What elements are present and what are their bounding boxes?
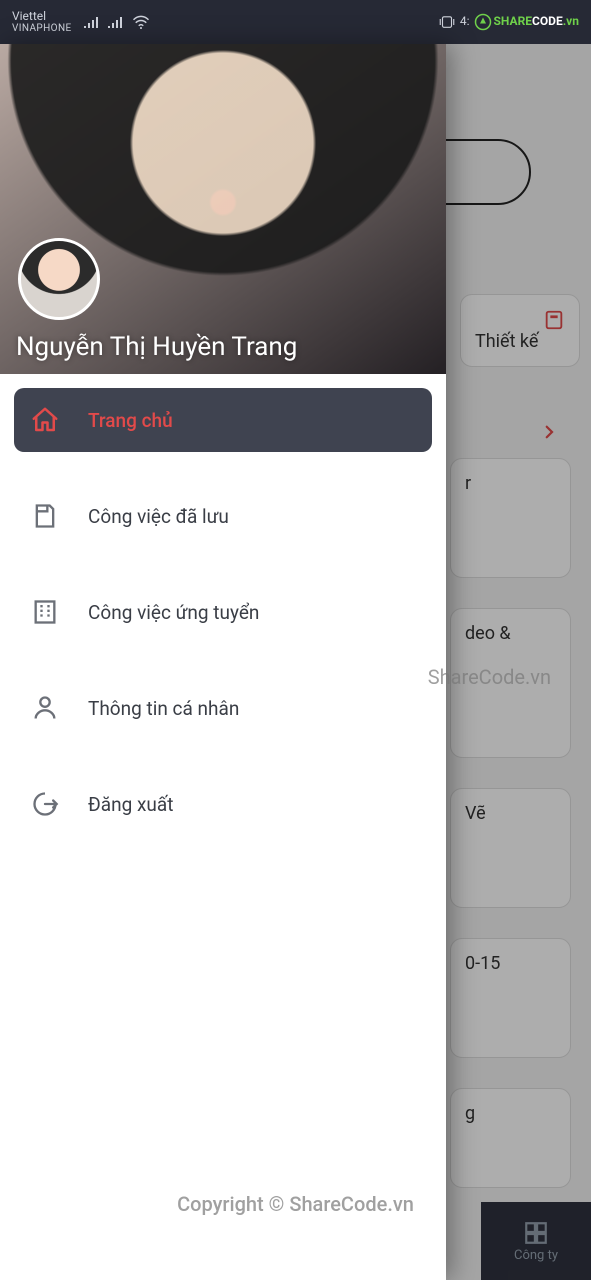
nav-drawer: Nguyễn Thị Huyền Trang Trang chủ Công vi… xyxy=(0,44,446,1280)
wifi-icon xyxy=(132,15,150,29)
vibrate-icon xyxy=(438,15,456,29)
menu-item-home[interactable]: Trang chủ xyxy=(14,388,432,452)
save-icon xyxy=(28,499,62,533)
home-icon xyxy=(28,403,62,437)
status-signal-icons xyxy=(84,15,150,29)
menu-item-applied-jobs[interactable]: Công việc ứng tuyển xyxy=(14,580,432,644)
status-time: 4: xyxy=(460,15,470,28)
menu-label: Đăng xuất xyxy=(88,793,173,816)
drawer-menu: Trang chủ Công việc đã lưu Công việc ứng… xyxy=(0,374,446,836)
menu-item-profile[interactable]: Thông tin cá nhân xyxy=(14,676,432,740)
user-name: Nguyễn Thị Huyền Trang xyxy=(16,332,297,362)
menu-item-logout[interactable]: Đăng xuất xyxy=(14,772,432,836)
signal-icon xyxy=(108,16,124,28)
building-icon xyxy=(28,595,62,629)
carrier-primary: Viettel xyxy=(12,10,72,23)
menu-label: Thông tin cá nhân xyxy=(88,697,239,720)
drawer-header: Nguyễn Thị Huyền Trang xyxy=(0,44,446,374)
menu-label: Công việc ứng tuyển xyxy=(88,601,259,624)
signal-icon xyxy=(84,16,100,28)
status-right: 4: SHARECODE.vn xyxy=(438,13,579,31)
menu-label: Trang chủ xyxy=(88,409,173,432)
sharecode-logo: SHARECODE.vn xyxy=(474,13,579,31)
logout-icon xyxy=(28,787,62,821)
carrier-secondary: VINAPHONE xyxy=(12,23,72,34)
user-icon xyxy=(28,691,62,725)
status-bar: Viettel VINAPHONE 4: SHARECODE.vn xyxy=(0,0,591,44)
status-carriers: Viettel VINAPHONE xyxy=(12,10,72,34)
avatar[interactable] xyxy=(18,238,100,320)
menu-label: Công việc đã lưu xyxy=(88,505,229,528)
menu-item-saved-jobs[interactable]: Công việc đã lưu xyxy=(14,484,432,548)
